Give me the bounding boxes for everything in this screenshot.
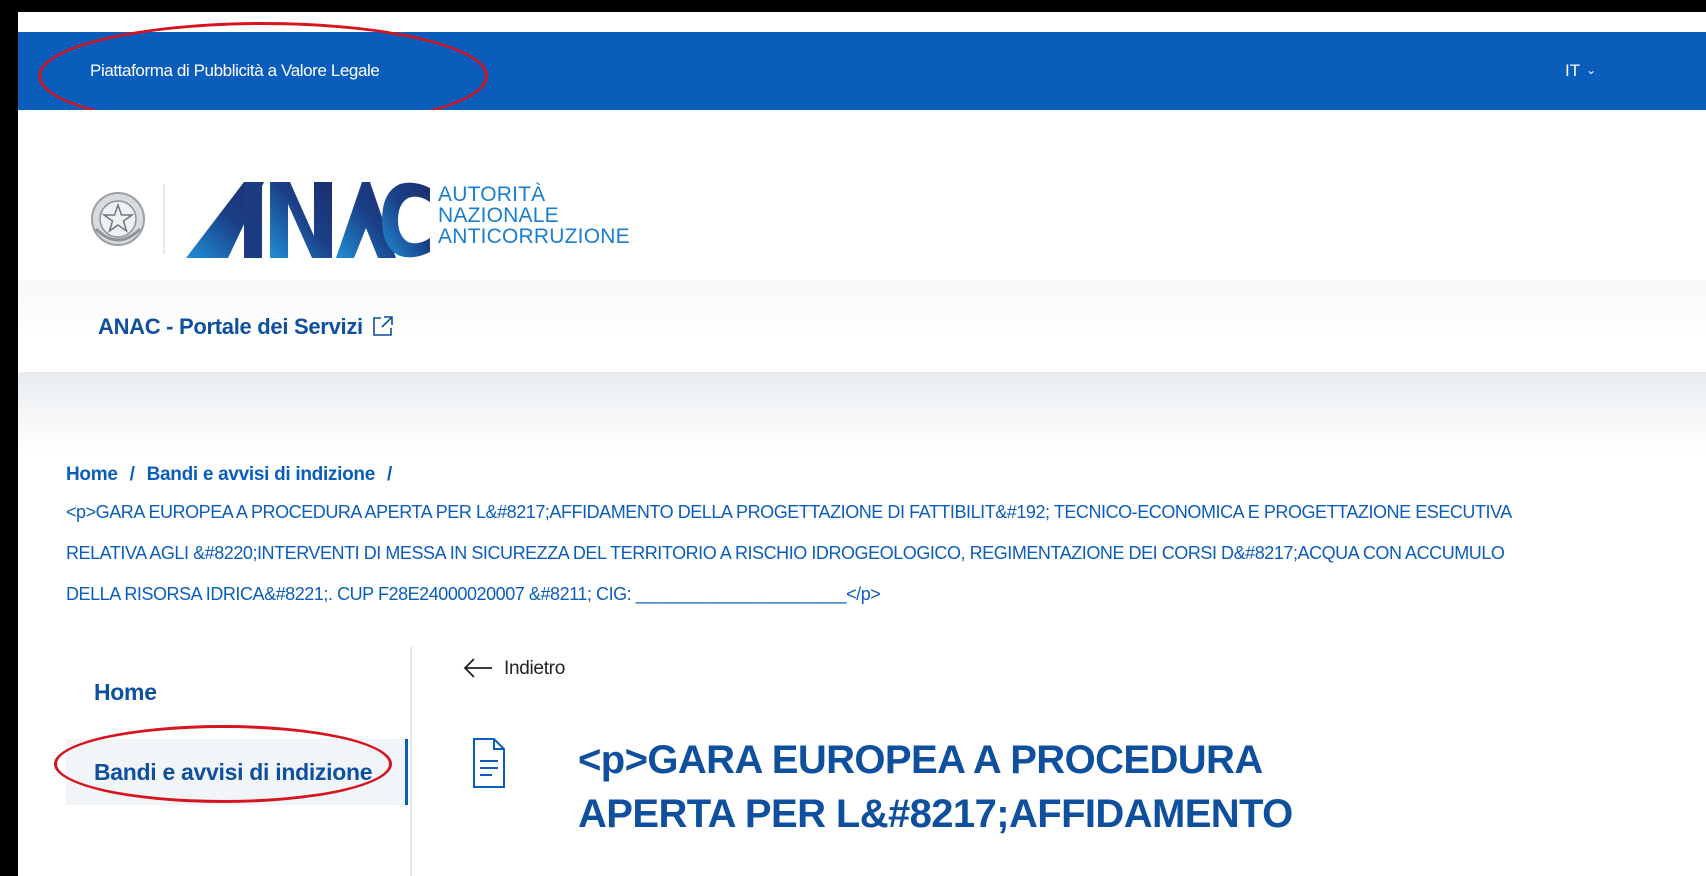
external-link-icon [373,316,393,336]
arrow-left-icon [463,658,492,678]
anac-logo[interactable] [186,180,431,260]
logo-line-3: ANTICORRUZIONE [438,225,630,248]
logo-line-2: NAZIONALE [438,204,559,227]
logo-wordmark: AUTORITÀ NAZIONALE ANTICORRUZIONE [438,184,630,247]
sidebar-item-home[interactable]: Home [66,659,408,725]
site-header: AUTORITÀ NAZIONALE ANTICORRUZIONE [18,110,1706,280]
back-link[interactable]: Indietro [462,657,565,680]
document-icon [473,738,505,788]
logo-line-1: AUTORITÀ [438,183,546,206]
breadcrumb-home[interactable]: Home [66,464,118,485]
portal-servizi-label: ANAC - Portale dei Servizi [98,314,363,339]
main-content: Indietro <p>GARA EUROPEA A PROCEDURA APE… [438,647,1706,876]
emblem-icon [91,192,145,246]
browser-viewport: Piattaforma di Pubblicità a Valore Legal… [18,12,1706,876]
sidebar-border [410,647,412,876]
gray-band [18,372,1706,452]
highlight-ellipse-bandi [54,725,392,803]
language-label: IT [1565,61,1581,80]
portal-servizi-link[interactable]: ANAC - Portale dei Servizi [98,298,395,356]
back-label: Indietro [504,658,565,679]
language-selector[interactable]: IT ⌄ [1565,32,1596,111]
page-title: <p>GARA EUROPEA A PROCEDURA APERTA PER L… [578,738,1293,836]
logo-divider [163,184,165,254]
breadcrumb-section[interactable]: Bandi e avvisi di indizione [147,464,376,485]
breadcrumb-separator: / [129,464,135,485]
breadcrumb: Home / Bandi e avvisi di indizione / <p>GAR… [66,460,1686,615]
chevron-down-icon: ⌄ [1586,63,1597,77]
services-band: ANAC - Portale dei Servizi [18,280,1706,372]
breadcrumb-separator: / [386,464,392,485]
breadcrumb-current: <p>GARA EUROPEA A PROCEDURA APERTA PER L… [66,502,1511,604]
